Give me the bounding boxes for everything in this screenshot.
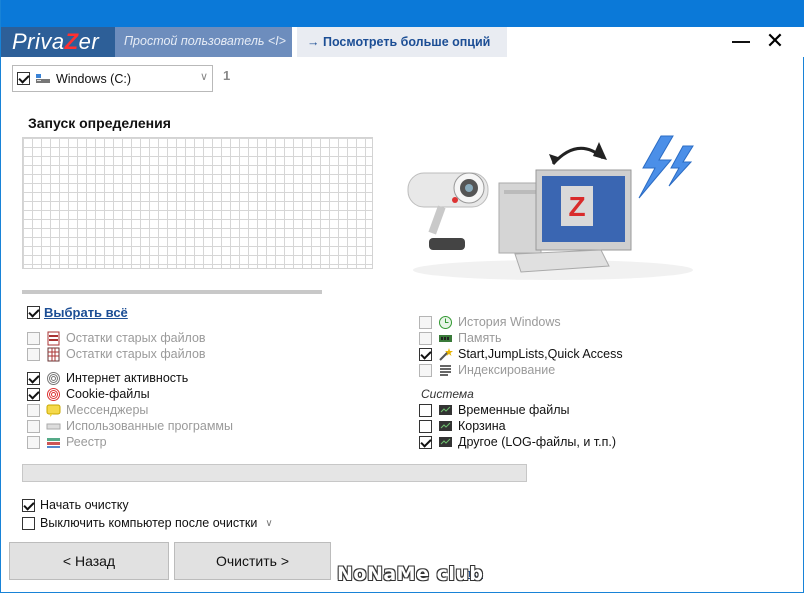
list-item-indexing[interactable]: Индексирование [419,362,555,378]
checkbox[interactable] [419,419,432,433]
checkbox[interactable] [419,403,432,417]
checkbox[interactable] [27,371,40,385]
scan-grid [22,137,373,269]
clean-progress-bar [22,464,527,482]
chevron-down-icon: ∨ [199,71,208,83]
chevron-down-icon[interactable]: ∨ [265,518,272,529]
user-mode-tab[interactable]: Простой пользователь <I> [115,27,292,57]
start-clean-checkbox[interactable] [22,498,35,512]
history-icon [439,315,452,329]
select-all-label[interactable]: Выбрать всё [44,305,128,320]
shutdown-checkbox[interactable] [22,516,35,530]
start-clean-label: Начать очистку [40,498,129,512]
checkbox[interactable] [27,403,40,417]
list-item-old-files-2[interactable]: Остатки старых файлов [27,346,206,362]
chat-icon [46,404,61,417]
svg-text:Z: Z [568,191,585,222]
surveillance-illustration: Z [407,135,694,280]
grid-file-icon [47,347,60,361]
checkbox[interactable] [419,363,432,377]
memory-icon [439,334,452,342]
monitor-icon [439,404,452,415]
list-item-memory[interactable]: Память [419,330,502,346]
checkbox[interactable] [27,347,40,361]
fingerprint-icon [47,371,60,385]
list-item-cookies[interactable]: Cookie-файлы [27,386,150,402]
shutdown-label: Выключить компьютер после очистки [40,516,258,530]
list-item-temp-files[interactable]: Временные файлы [419,402,570,418]
start-clean-option[interactable]: Начать очистку [22,498,129,512]
list-item-messengers[interactable]: Мессенджеры [27,402,148,418]
system-heading: Система [421,387,474,401]
close-button[interactable]: ✕ [758,27,792,57]
select-all-row[interactable]: Выбрать всё [27,305,128,320]
scan-heading: Запуск определения [28,115,171,131]
list-item-other-logs[interactable]: Другое (LOG-файлы, и т.п.) [419,434,616,450]
checkbox[interactable] [27,331,40,345]
drive-count: 1 [223,68,231,83]
checkbox[interactable] [419,435,432,449]
select-all-checkbox[interactable] [27,306,40,319]
checkbox[interactable] [419,347,432,361]
more-options-tab[interactable]: → Посмотреть больше опций [297,27,507,57]
window-top-strip [1,0,804,27]
clean-button[interactable]: Очистить > [174,542,331,580]
list-item-windows-history[interactable]: История Windows [419,314,561,330]
list-item-internet-activity[interactable]: Интернет активность [27,370,188,386]
checkbox[interactable] [27,435,40,449]
back-button[interactable]: < Назад [9,542,169,580]
program-icon [46,423,61,429]
cookie-icon [47,387,60,401]
checkbox[interactable] [419,315,432,329]
scan-progress-bar [22,290,322,294]
shutdown-option[interactable]: Выключить компьютер после очистки ∨ [22,516,273,530]
drive-checkbox[interactable] [17,72,30,85]
monitor-icon [439,420,452,431]
minimize-button[interactable] [724,27,758,57]
wand-icon [439,347,453,361]
minimize-icon [732,41,750,43]
checkbox[interactable] [27,387,40,401]
drive-select[interactable]: Windows (C:) ∨ [12,65,213,92]
privazer-logo: PrivaZer [1,27,115,57]
list-item-jumplists[interactable]: Start,JumpLists,Quick Access [419,346,623,362]
watermark: NoNaMe club [337,563,484,585]
registry-icon [47,437,60,448]
red-file-icon [47,331,60,345]
checkbox[interactable] [419,331,432,345]
list-item-used-programs[interactable]: Использованные программы [27,418,233,434]
drive-icon [36,74,50,83]
monitor-icon [439,436,452,447]
privazer-window: PrivaZer Простой пользователь <I> → Посм… [0,0,804,593]
checkbox[interactable] [27,419,40,433]
drive-label: Windows (C:) [56,72,132,86]
title-bar: PrivaZer Простой пользователь <I> → Посм… [1,27,804,57]
list-item-registry[interactable]: Реестр [27,434,107,450]
list-item-recycle-bin[interactable]: Корзина [419,418,506,434]
list-item-old-files-1[interactable]: Остатки старых файлов [27,330,206,346]
index-icon [440,364,451,376]
